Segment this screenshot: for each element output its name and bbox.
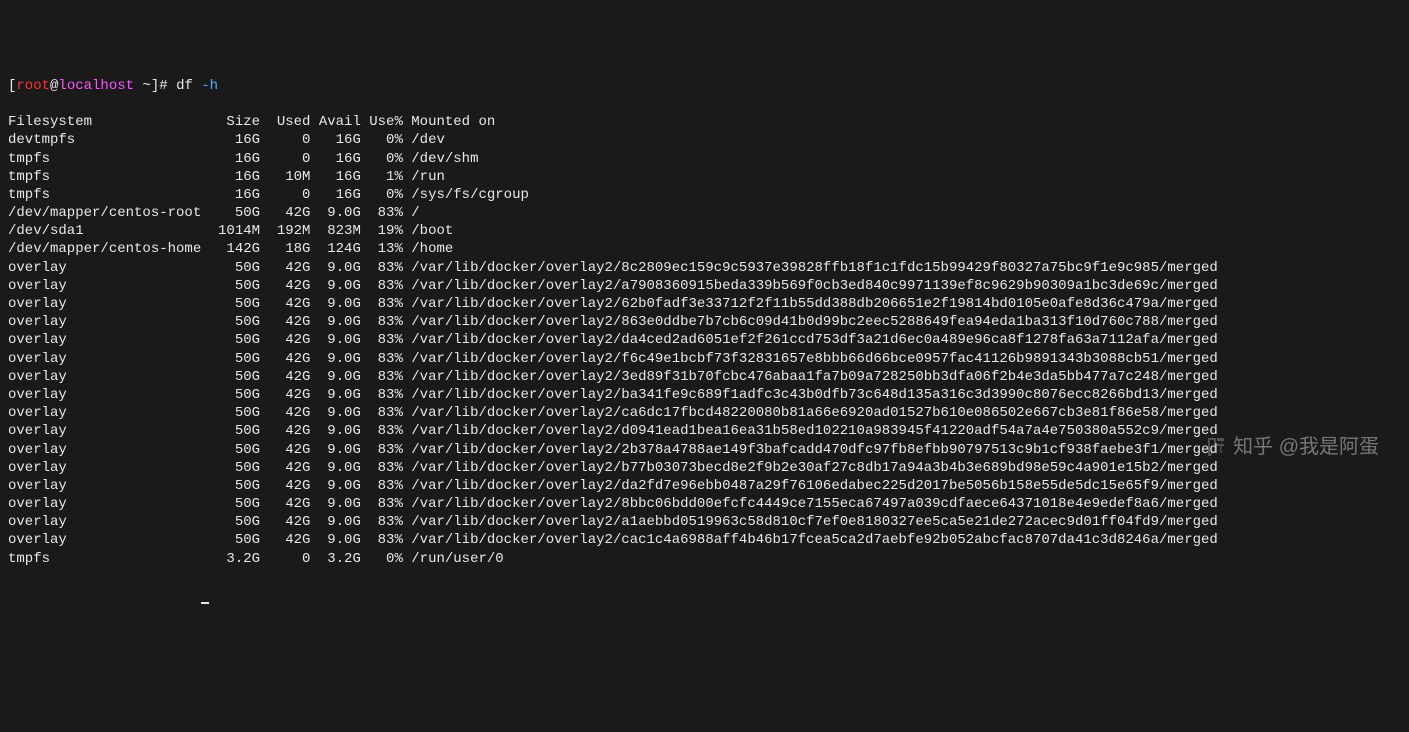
df-row: overlay 50G 42G 9.0G 83% /var/lib/docker…	[8, 495, 1401, 513]
df-row: /dev/sda1 1014M 192M 823M 19% /boot	[8, 222, 1401, 240]
command-text[interactable]: df	[168, 78, 202, 94]
df-row: overlay 50G 42G 9.0G 83% /var/lib/docker…	[8, 368, 1401, 386]
df-row: overlay 50G 42G 9.0G 83% /var/lib/docker…	[8, 350, 1401, 368]
prompt-user: root	[16, 78, 50, 94]
df-row: tmpfs 3.2G 0 3.2G 0% /run/user/0	[8, 550, 1401, 568]
df-row: overlay 50G 42G 9.0G 83% /var/lib/docker…	[8, 513, 1401, 531]
df-row: overlay 50G 42G 9.0G 83% /var/lib/docker…	[8, 422, 1401, 440]
df-row: overlay 50G 42G 9.0G 83% /var/lib/docker…	[8, 404, 1401, 422]
cursor-icon	[201, 602, 209, 604]
df-row: devtmpfs 16G 0 16G 0% /dev	[8, 131, 1401, 149]
df-row: overlay 50G 42G 9.0G 83% /var/lib/docker…	[8, 313, 1401, 331]
df-row: tmpfs 16G 0 16G 0% /dev/shm	[8, 150, 1401, 168]
watermark-overlay: 知乎 @我是阿蛋	[1203, 434, 1379, 460]
df-header-row: Filesystem Size Used Avail Use% Mounted …	[8, 113, 1401, 131]
df-row: overlay 50G 42G 9.0G 83% /var/lib/docker…	[8, 331, 1401, 349]
df-row: overlay 50G 42G 9.0G 83% /var/lib/docker…	[8, 441, 1401, 459]
df-row: /dev/mapper/centos-root 50G 42G 9.0G 83%…	[8, 204, 1401, 222]
df-row: overlay 50G 42G 9.0G 83% /var/lib/docker…	[8, 459, 1401, 477]
df-row: tmpfs 16G 10M 16G 1% /run	[8, 168, 1401, 186]
cursor-line	[8, 586, 1401, 604]
command-flag[interactable]: -h	[201, 78, 218, 94]
zhihu-icon	[1203, 435, 1227, 459]
shell-prompt-line: [root@localhost ~]# df -h	[8, 77, 1401, 95]
df-row: overlay 50G 42G 9.0G 83% /var/lib/docker…	[8, 386, 1401, 404]
prompt-cwd: ~	[142, 78, 150, 94]
df-row: overlay 50G 42G 9.0G 83% /var/lib/docker…	[8, 295, 1401, 313]
watermark-text: 知乎 @我是阿蛋	[1233, 434, 1379, 460]
prompt-host: localhost	[58, 78, 134, 94]
df-row: overlay 50G 42G 9.0G 83% /var/lib/docker…	[8, 477, 1401, 495]
df-row: overlay 50G 42G 9.0G 83% /var/lib/docker…	[8, 531, 1401, 549]
prompt-close-bracket: ]#	[151, 78, 168, 94]
df-row: /dev/mapper/centos-home 142G 18G 124G 13…	[8, 240, 1401, 258]
df-row: overlay 50G 42G 9.0G 83% /var/lib/docker…	[8, 259, 1401, 277]
df-row: overlay 50G 42G 9.0G 83% /var/lib/docker…	[8, 277, 1401, 295]
df-row: tmpfs 16G 0 16G 0% /sys/fs/cgroup	[8, 186, 1401, 204]
